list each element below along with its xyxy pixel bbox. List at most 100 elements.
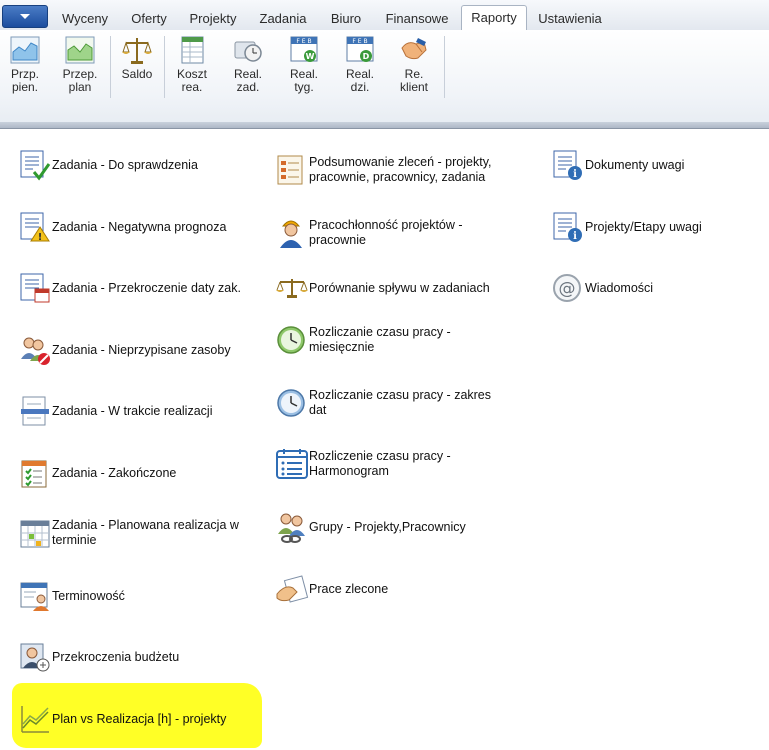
report-zadania-w-trakcie-realizacji[interactable]: Zadania - W trakcie realizacji (18, 391, 268, 431)
report-label: Plan vs Realizacja [h] - projekty (52, 711, 227, 726)
ribbon-button-real-dzi[interactable]: F E B D Real. dzi. (338, 34, 382, 100)
ribbon-button-przep-plan[interactable]: Przep. plan (56, 34, 104, 100)
tab-ustawienia[interactable]: Ustawienia (528, 6, 612, 30)
clock-card-icon (234, 41, 262, 62)
at-sign-icon: @ (553, 274, 581, 302)
tab-oferty[interactable]: Oferty (120, 6, 178, 30)
report-przekroczenia-budzetu[interactable]: Przekroczenia budżetu (18, 637, 268, 677)
group-link-icon (278, 513, 305, 543)
person-schedule-icon (20, 582, 49, 611)
ribbon-panel: Przp. pien. Przep. plan Saldo Koszt rea.… (0, 30, 769, 122)
report-label: Porównanie spływu w zadaniach (309, 280, 490, 295)
report-zadania-przekroczenie-daty[interactable]: Zadania - Przekroczenie daty zak. (18, 268, 268, 308)
ribbon-label-line2: plan (68, 80, 92, 94)
document-info-icon: i (553, 150, 582, 180)
report-label: Rozliczenie czasu pracy - Harmonogram (309, 449, 451, 478)
ribbon-button-real-tyg[interactable]: F E B W Real. tyg. (282, 34, 326, 100)
report-podsumowanie-zlecen[interactable]: Podsumowanie zleceń - projekty, pracowni… (275, 150, 535, 190)
report-label: Wiadomości (585, 280, 654, 295)
report-rozliczenie-czasu-harmonogram[interactable]: Rozliczenie czasu pracy - Harmonogram (275, 444, 535, 484)
tab-finansowe[interactable]: Finansowe (374, 6, 460, 30)
report-prace-zlecone[interactable]: Prace zlecone (275, 569, 535, 609)
report-label: Zadania - W trakcie realizacji (52, 403, 213, 418)
report-porownanie-splywu[interactable]: Porównanie spływu w zadaniach (275, 268, 535, 308)
ribbon-label-line2: rea. (181, 80, 203, 94)
ribbon-label-line2: tyg. (294, 80, 314, 94)
hand-document-icon (276, 575, 309, 603)
checklist-warning-icon: ! (20, 212, 50, 243)
handshake-icon (401, 38, 427, 60)
ribbon-label-line1: Przep. (62, 67, 98, 81)
report-label: Podsumowanie zleceń - projekty, pracowni… (309, 155, 492, 184)
ribbon-tab-bar: Wyceny Oferty Projekty Zadania Biuro Fin… (0, 0, 769, 31)
report-terminowosc[interactable]: Terminowość (18, 576, 268, 616)
line-chart-icon (21, 706, 49, 733)
report-label: Zadania - Do sprawdzenia (52, 157, 198, 172)
report-label: Przekroczenia budżetu (52, 649, 180, 664)
ribbon-label-line1: Koszt (176, 67, 207, 81)
ribbon-button-saldo[interactable]: Saldo (116, 34, 158, 100)
report-wiadomosci[interactable]: @ Wiadomości (551, 268, 761, 308)
report-zadania-nieprzypisane-zasoby[interactable]: Zadania - Nieprzypisane zasoby (18, 330, 268, 370)
svg-text:F E B: F E B (296, 38, 311, 45)
report-plan-vs-realizacja[interactable]: Plan vs Realizacja [h] - projekty (18, 699, 268, 739)
ribbon-button-koszt-rea[interactable]: Koszt rea. (170, 34, 214, 100)
ribbon-button-re-klient[interactable]: Re. klient (392, 34, 436, 100)
calendar-checklist-icon (21, 460, 47, 488)
ribbon-label-line1: Real. (289, 67, 318, 81)
report-zadania-do-sprawdzenia[interactable]: Zadania - Do sprawdzenia (18, 145, 268, 185)
schedule-list-icon (276, 449, 308, 479)
tab-biuro[interactable]: Biuro (318, 6, 374, 30)
ribbon-button-real-zad[interactable]: Real. zad. (226, 34, 270, 100)
document-progress-icon (21, 396, 49, 426)
tab-projekty[interactable]: Projekty (178, 6, 248, 30)
report-pracochlonnosc-projektow[interactable]: Pracochłonność projektów - pracownie (275, 213, 535, 253)
report-label: Zadania - Negatywna prognoza (52, 219, 227, 234)
checklist-calendar-icon (20, 273, 50, 303)
svg-text:F E B: F E B (352, 38, 367, 45)
chart-area-green-icon (65, 36, 95, 64)
report-zadania-planowana-realizacja[interactable]: Zadania - Planowana realizacja w termini… (18, 513, 268, 553)
calendar-grid-icon (20, 520, 50, 548)
report-label: Pracochłonność projektów - pracownie (309, 218, 463, 247)
ribbon-label-line2: pien. (11, 80, 39, 94)
report-label: Terminowość (52, 588, 125, 603)
tab-zadania[interactable]: Zadania (248, 6, 318, 30)
report-label: Rozliczanie czasu pracy - miesięcznie (309, 325, 451, 354)
tab-raporty[interactable]: Raporty (461, 5, 527, 31)
spreadsheet-icon (181, 36, 204, 64)
ribbon-label-line1: Real. (233, 67, 262, 81)
application-menu-button[interactable] (2, 5, 48, 28)
ribbon-label-line2: dzi. (350, 80, 370, 94)
calendar-week-icon: F E B W (290, 36, 318, 62)
ribbon-label-line1: Przp. (10, 67, 39, 81)
worker-icon (280, 220, 302, 248)
svg-text:@: @ (559, 279, 576, 299)
report-label: Zadania - Zakończone (52, 465, 177, 480)
svg-text:W: W (306, 52, 315, 61)
ribbon-label-line2: zad. (236, 80, 260, 94)
report-projekty-etapy-uwagi[interactable]: i Projekty/Etapy uwagi (551, 207, 761, 247)
report-rozliczanie-czasu-miesiecznie[interactable]: Rozliczanie czasu pracy - miesięcznie (275, 320, 535, 360)
report-zadania-negatywna-prognoza[interactable]: ! Zadania - Negatywna prognoza (18, 207, 268, 247)
ribbon-bottom-border (0, 122, 769, 129)
report-grupy-projekty-pracownicy[interactable]: Grupy - Projekty,Pracownicy (275, 507, 535, 547)
report-rozliczanie-czasu-zakres-dat[interactable]: Rozliczanie czasu pracy - zakres dat (275, 383, 535, 423)
scales-icon (122, 38, 152, 64)
report-dokumenty-uwagi[interactable]: i Dokumenty uwagi (551, 145, 761, 185)
ribbon-label-line1: Saldo (121, 67, 153, 81)
report-label: Grupy - Projekty,Pracownicy (309, 519, 466, 534)
report-label: Zadania - Planowana realizacja w termini… (52, 518, 239, 547)
clock-blue-icon (277, 389, 305, 417)
tab-wyceny[interactable]: Wyceny (50, 6, 120, 30)
ribbon-separator (110, 36, 111, 98)
document-info-icon: i (553, 212, 582, 242)
ribbon-button-przp-pien[interactable]: Przp. pien. (4, 34, 46, 100)
report-zadania-zakonczone[interactable]: Zadania - Zakończone (18, 453, 268, 493)
ribbon-separator (164, 36, 165, 98)
svg-text:!: ! (38, 232, 43, 243)
users-blocked-icon (21, 337, 50, 365)
svg-text:D: D (363, 52, 370, 61)
svg-text:i: i (573, 231, 577, 242)
checklist-ok-icon (20, 150, 51, 181)
